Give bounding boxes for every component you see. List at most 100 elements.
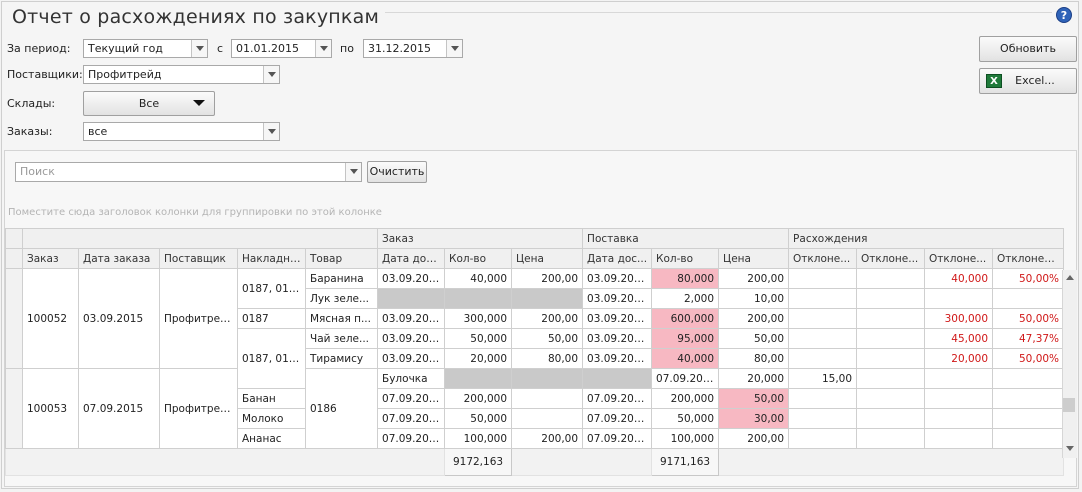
calendar-dropdown-icon[interactable]	[446, 40, 462, 57]
order-price-cell[interactable]	[511, 288, 584, 309]
warehouses-dropdown-button[interactable]: Все	[83, 91, 215, 116]
column-header[interactable]: Отклоне...	[924, 248, 994, 269]
table-row[interactable]: 100053 07.09.2015 Профитрейд 0186 Булочка 07.…	[5, 368, 1065, 449]
chevron-down-icon[interactable]	[345, 163, 361, 181]
order-qty-cell[interactable]: 50,000	[444, 408, 513, 429]
deviation-qty-cell[interactable]	[924, 388, 994, 409]
deviation-qty-cell[interactable]	[924, 408, 994, 429]
invoice-cell[interactable]: 0187	[237, 308, 306, 329]
delivery-qty-cell[interactable]: 200,000	[651, 388, 720, 409]
column-header[interactable]: Дата дос...	[582, 248, 653, 269]
order-delivery-date-cell[interactable]: 07.09.2015	[377, 428, 446, 449]
delivery-price-cell[interactable]: 200,00	[718, 428, 790, 449]
column-header[interactable]: Дата заказа	[78, 248, 160, 269]
refresh-button[interactable]: Обновить	[979, 36, 1077, 62]
order-qty-cell[interactable]: 50,000	[444, 328, 513, 349]
order-qty-cell[interactable]	[444, 288, 513, 309]
deviation-percent-cell[interactable]	[992, 388, 1065, 409]
order-delivery-date-cell[interactable]: 03.09.2015	[377, 328, 446, 349]
deviation-qty-cell[interactable]	[924, 288, 994, 309]
delivery-qty-cell[interactable]: 40,000	[651, 348, 720, 369]
order-delivery-date-cell[interactable]	[444, 368, 513, 389]
deviation-qty-cell[interactable]: 20,000	[924, 348, 994, 369]
order-delivery-date-cell[interactable]: 03.09.2015	[377, 268, 446, 289]
deviation-cell[interactable]	[788, 348, 858, 369]
column-header[interactable]: Отклоне...	[856, 248, 926, 269]
deviation-cell[interactable]	[788, 308, 858, 329]
deviation-cell[interactable]	[788, 288, 858, 309]
delivery-price-cell[interactable]: 50,00	[718, 388, 790, 409]
suppliers-select[interactable]: Профитрейд	[83, 65, 280, 84]
item-cell[interactable]: Тирамису	[304, 348, 379, 369]
deviation-cell[interactable]	[788, 428, 858, 449]
delivery-qty-cell[interactable]: 100,000	[651, 428, 720, 449]
delivery-date-cell[interactable]: 07.09.2015	[582, 388, 653, 409]
scroll-down-icon[interactable]	[1066, 446, 1074, 451]
invoice-cell[interactable]: 0187, 0185	[237, 268, 306, 309]
supplier-cell[interactable]: Профитрейд	[159, 268, 238, 369]
order-price-cell[interactable]: 200,00	[511, 428, 584, 449]
delivery-qty-cell[interactable]: 80,000	[651, 268, 720, 289]
delivery-date-cell[interactable]: 07.09.2015	[582, 428, 653, 449]
delivery-date-cell[interactable]: 03.09.2015	[582, 348, 653, 369]
supplier-cell[interactable]: Профитрейд	[159, 368, 238, 449]
column-header[interactable]: Отклонен...	[992, 248, 1065, 269]
chevron-down-icon[interactable]	[263, 123, 279, 140]
deviation-cell[interactable]	[924, 368, 994, 389]
order-qty-cell[interactable]: 40,000	[444, 268, 513, 289]
item-cell[interactable]: Чай зеле...	[304, 328, 379, 349]
deviation-cell[interactable]	[788, 408, 858, 429]
deviation-percent-cell[interactable]: 47,37%	[992, 328, 1065, 349]
delivery-date-cell[interactable]: 03.09.2015	[582, 328, 653, 349]
deviation-qty-cell[interactable]	[992, 368, 1065, 389]
deviation-cell[interactable]	[856, 328, 926, 349]
item-cell[interactable]: Мясная п...	[304, 308, 379, 329]
column-header[interactable]: Заказ	[22, 248, 79, 269]
column-header[interactable]: Цена	[511, 248, 584, 269]
deviation-percent-cell[interactable]: 50,00%	[992, 308, 1065, 329]
order-qty-cell[interactable]: 100,000	[444, 428, 513, 449]
order-delivery-date-cell[interactable]: 03.09.2015	[377, 348, 446, 369]
period-select[interactable]: Текущий год	[83, 39, 208, 58]
order-delivery-date-cell[interactable]: 07.09.2015	[377, 388, 446, 409]
delivery-date-cell[interactable]: 03.09.2015	[582, 268, 653, 289]
deviation-qty-cell[interactable]: 45,000	[924, 328, 994, 349]
delivery-date-cell[interactable]: 07.09.2015	[651, 368, 720, 389]
order-price-cell[interactable]: 200,00	[511, 268, 584, 289]
delivery-price-cell[interactable]: 200,00	[718, 308, 790, 329]
order-qty-cell[interactable]	[511, 368, 584, 389]
column-header[interactable]: Кол-во	[444, 248, 513, 269]
delivery-qty-cell[interactable]: 600,000	[651, 308, 720, 329]
deviation-cell[interactable]	[788, 328, 858, 349]
column-header[interactable]: Дата дос...	[377, 248, 446, 269]
from-date-input[interactable]: 01.01.2015	[231, 39, 332, 58]
invoice-cell[interactable]: 0187, 0185	[237, 328, 306, 389]
deviation-cell[interactable]	[788, 268, 858, 289]
order-qty-cell[interactable]: 200,000	[444, 388, 513, 409]
deviation-percent-cell[interactable]	[992, 428, 1065, 449]
item-cell[interactable]: Банан	[237, 388, 306, 409]
item-cell[interactable]: Лук зеле...	[304, 288, 379, 309]
deviation-cell[interactable]	[856, 408, 926, 429]
deviation-cell[interactable]	[856, 268, 926, 289]
deviation-qty-cell[interactable]: 300,000	[924, 308, 994, 329]
column-header[interactable]: Накладная	[237, 248, 306, 269]
excel-export-button[interactable]: X Excel...	[979, 68, 1077, 94]
invoice-cell[interactable]: 0186	[304, 368, 379, 449]
delivery-price-cell[interactable]: 50,00	[718, 328, 790, 349]
column-header[interactable]: Цена	[718, 248, 790, 269]
orders-select[interactable]: все	[83, 122, 280, 141]
deviation-cell[interactable]	[788, 388, 858, 409]
item-cell[interactable]: Булочка	[377, 368, 446, 389]
order-qty-cell[interactable]: 20,000	[444, 348, 513, 369]
deviation-qty-cell[interactable]: 40,000	[924, 268, 994, 289]
delivery-price-cell[interactable]: 80,00	[718, 348, 790, 369]
deviation-cell[interactable]	[856, 428, 926, 449]
table-row[interactable]: 100052 03.09.2015 Профитрейд 0187, 0185 Бара…	[5, 268, 1065, 369]
column-header[interactable]: Отклоне...	[788, 248, 858, 269]
scrollbar-thumb[interactable]	[1063, 398, 1075, 412]
deviation-percent-cell[interactable]: 50,00%	[992, 268, 1065, 289]
column-header[interactable]: Кол-во	[651, 248, 720, 269]
order-delivery-date-cell[interactable]	[377, 288, 446, 309]
delivery-qty-cell[interactable]: 50,000	[651, 408, 720, 429]
